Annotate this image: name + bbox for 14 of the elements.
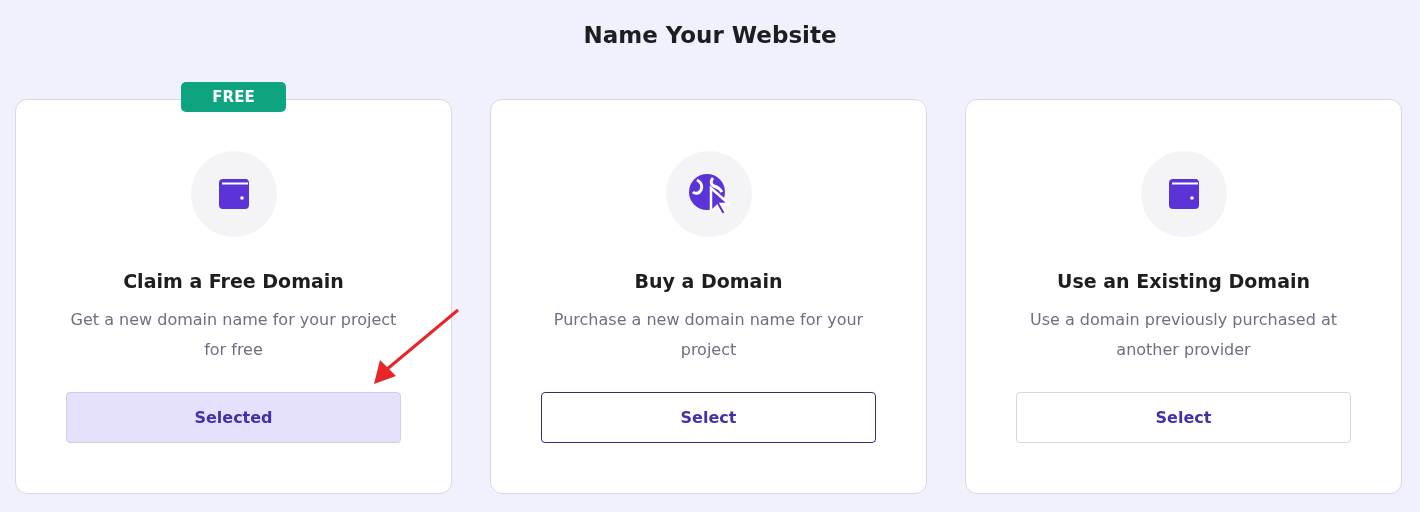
wallet-icon xyxy=(1167,177,1200,211)
wallet-icon xyxy=(217,177,250,211)
option-heading: Use an Existing Domain xyxy=(1056,269,1311,294)
page-title: Name Your Website xyxy=(583,21,837,50)
select-button[interactable]: Selected xyxy=(66,392,401,443)
option-heading: Claim a Free Domain xyxy=(123,269,344,294)
select-button[interactable]: Select xyxy=(541,392,876,443)
free-badge: FREE xyxy=(181,82,286,112)
option-heading: Buy a Domain xyxy=(634,269,783,294)
option-description: Get a new domain name for your project for free xyxy=(69,309,398,361)
select-button[interactable]: Select xyxy=(1016,392,1351,443)
option-description: Use a domain previously purchased at another provider xyxy=(1028,309,1338,361)
globe-cursor-icon xyxy=(686,172,731,216)
option-description: Purchase a new domain name for your project xyxy=(552,309,865,361)
